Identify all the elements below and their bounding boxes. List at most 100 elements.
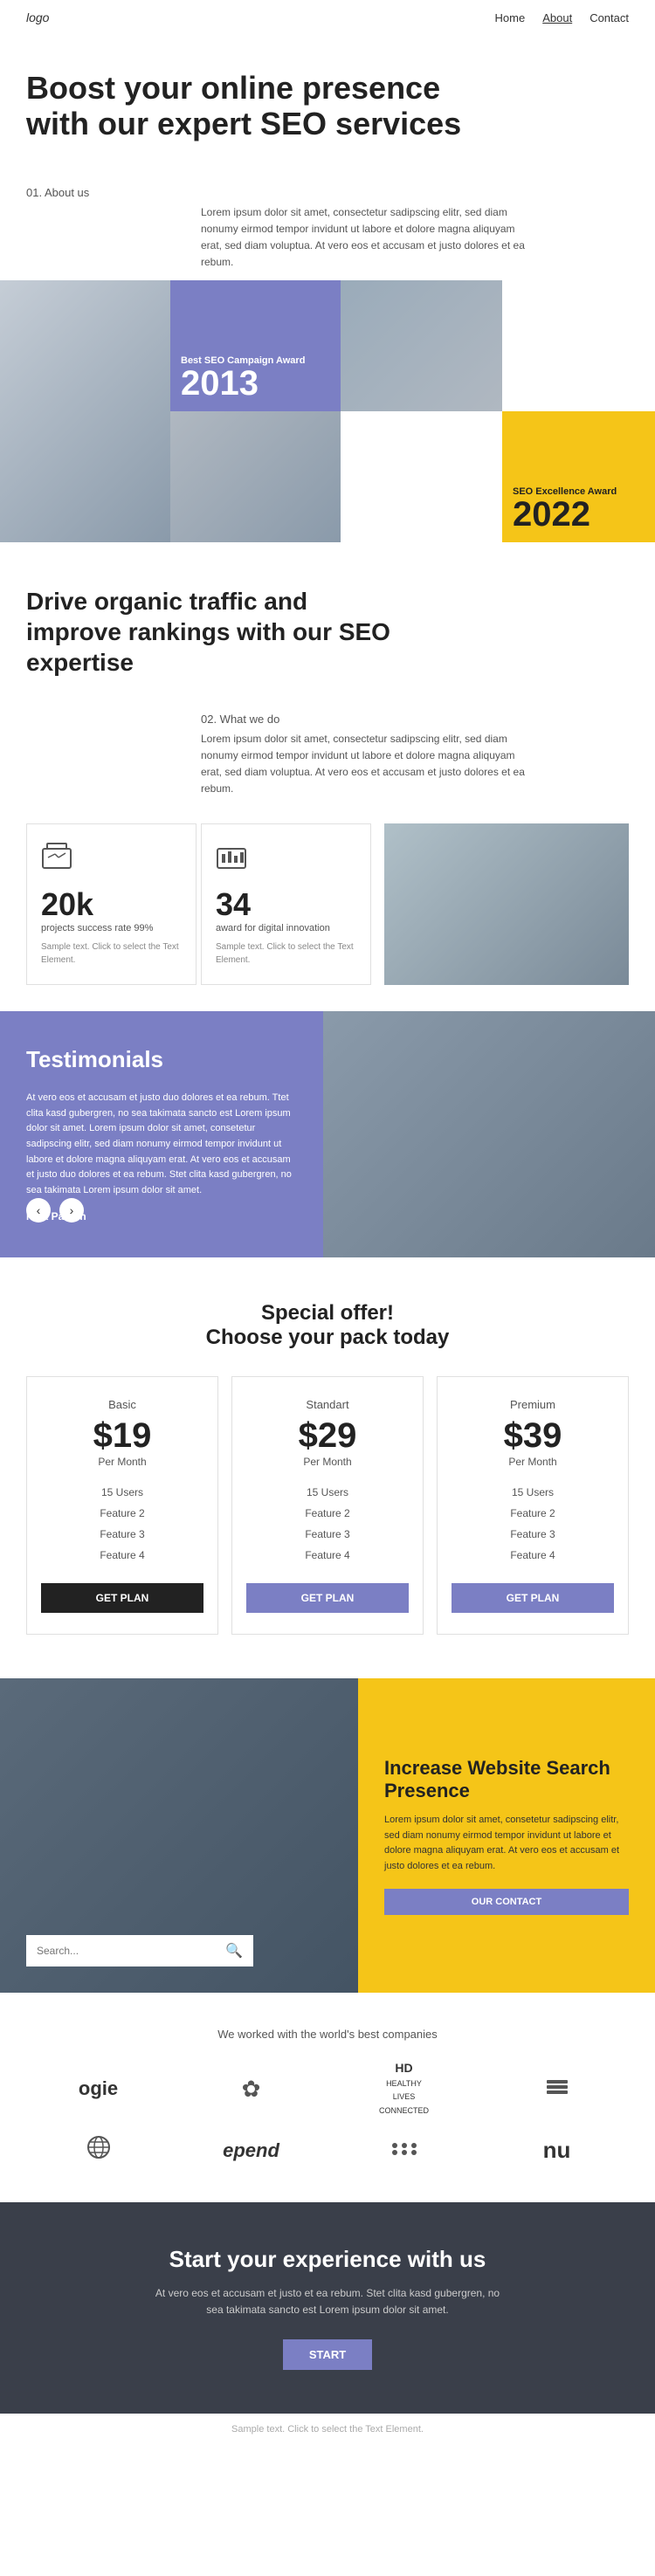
stat-photo — [384, 823, 629, 985]
price-card-premium: Premium $39 Per Month 15 Users Feature 2… — [437, 1376, 629, 1635]
plan-features-premium: 15 Users Feature 2 Feature 3 Feature 4 — [452, 1482, 614, 1566]
whatwedo-section: 02. What we do Lorem ipsum dolor sit ame… — [0, 695, 655, 807]
whatwedo-body: Lorem ipsum dolor sit amet, consectetur … — [201, 731, 533, 798]
section2-headline: Drive organic traffic and improve rankin… — [26, 586, 393, 678]
plan-button-basic[interactable]: GET PLAN — [41, 1583, 203, 1613]
award-photo-tablet — [170, 411, 341, 542]
search-overlay: Increase Website Search Presence Lorem i… — [358, 1678, 655, 1993]
plan-feature: Feature 3 — [246, 1524, 409, 1545]
plan-feature: Feature 2 — [246, 1503, 409, 1524]
testimonials-photo — [323, 1011, 655, 1257]
hero-headline: Boost your online presence with our expe… — [26, 70, 463, 142]
stat-label-0: projects success rate 99% — [41, 923, 182, 933]
nav-logo: logo — [26, 10, 49, 24]
partners-grid: ogie ✿ HDHEALTHYLIVESCONNECTED epend — [26, 2062, 629, 2167]
contact-button[interactable]: OUR CONTACT — [384, 1889, 629, 1915]
testimonials-left: Testimonials At vero eos et accusam et j… — [0, 1011, 323, 1257]
stat-card-0: 20k projects success rate 99% Sample tex… — [26, 823, 196, 985]
pricing-section: Special offer!Choose your pack today Bas… — [0, 1257, 655, 1678]
partner-icon-globe — [85, 2133, 113, 2167]
award-photo-fashion — [341, 280, 502, 411]
about-number: 01. About us — [26, 186, 629, 199]
search-overlay-title: Increase Website Search Presence — [384, 1757, 629, 1802]
partner-ogie: ogie — [79, 2077, 118, 2100]
plan-feature: 15 Users — [452, 1482, 614, 1503]
nav-about[interactable]: About — [542, 11, 572, 24]
plan-feature: Feature 4 — [41, 1545, 203, 1566]
plan-period-premium: Per Month — [452, 1456, 614, 1468]
stat-desc-0: Sample text. Click to select the Text El… — [41, 940, 182, 967]
plan-feature: 15 Users — [246, 1482, 409, 1503]
stat-card-1: 34 award for digital innovation Sample t… — [201, 823, 371, 985]
plan-period-basic: Per Month — [41, 1456, 203, 1468]
plan-name-basic: Basic — [41, 1398, 203, 1411]
plan-period-standart: Per Month — [246, 1456, 409, 1468]
search-input[interactable] — [37, 1945, 225, 1957]
partners-section: We worked with the world's best companie… — [0, 1993, 655, 2202]
navbar: logo Home About Contact — [0, 0, 655, 35]
cta-body: At vero eos et accusam et justo et ea re… — [153, 2285, 502, 2318]
nav-home[interactable]: Home — [495, 11, 526, 24]
nav-contact[interactable]: Contact — [590, 11, 629, 24]
plan-price-premium: $39 — [452, 1416, 614, 1456]
stat-number-1: 34 — [216, 886, 356, 923]
stats-row: 20k projects success rate 99% Sample tex… — [0, 806, 655, 1002]
hero-section: Boost your online presence with our expe… — [0, 35, 655, 169]
plan-price-basic: $19 — [41, 1416, 203, 1456]
plan-feature: Feature 3 — [41, 1524, 203, 1545]
partners-intro: We worked with the world's best companie… — [26, 2028, 629, 2041]
awards-grid: Best SEO Campaign Award 2013 SEO Excelle… — [0, 280, 655, 542]
pricing-grid: Basic $19 Per Month 15 Users Feature 2 F… — [26, 1376, 629, 1635]
plan-features-standart: 15 Users Feature 2 Feature 3 Feature 4 — [246, 1482, 409, 1566]
plan-feature: 15 Users — [41, 1482, 203, 1503]
plan-feature: Feature 3 — [452, 1524, 614, 1545]
cta-start-button[interactable]: START — [283, 2339, 372, 2370]
award-2022: SEO Excellence Award 2022 — [502, 411, 655, 542]
search-icon: 🔍 — [225, 1942, 243, 1960]
whatwedo-number: 02. What we do — [201, 713, 629, 726]
pricing-headline: Special offer!Choose your pack today — [26, 1301, 629, 1350]
stat-label-1: award for digital innovation — [216, 923, 356, 933]
search-bar: 🔍 — [26, 1935, 253, 1966]
cta-headline: Start your experience with us — [26, 2246, 629, 2273]
stat-icon-1 — [216, 842, 356, 879]
award-photo-woman — [0, 280, 170, 542]
plan-feature: Feature 2 — [452, 1503, 614, 1524]
award-2013: Best SEO Campaign Award 2013 — [170, 280, 341, 411]
award-empty-2 — [341, 411, 502, 542]
nav-links: Home About Contact — [495, 11, 629, 24]
partner-hd: HDHEALTHYLIVESCONNECTED — [379, 2062, 429, 2116]
partner-icon-dots — [390, 2137, 418, 2164]
price-card-standart: Standart $29 Per Month 15 Users Feature … — [231, 1376, 424, 1635]
partner-icon-flower: ✿ — [242, 2076, 261, 2103]
award-empty-1 — [502, 280, 655, 411]
section2: Drive organic traffic and improve rankin… — [0, 542, 655, 695]
plan-price-standart: $29 — [246, 1416, 409, 1456]
stat-icon-0 — [41, 842, 182, 879]
about-body: Lorem ipsum dolor sit amet, consectetur … — [201, 204, 533, 272]
partner-icon-layers — [544, 2073, 570, 2105]
plan-feature: Feature 4 — [246, 1545, 409, 1566]
testimonials-body: At vero eos et accusam et justo duo dolo… — [26, 1091, 297, 1198]
plan-name-standart: Standart — [246, 1398, 409, 1411]
cta-section: Start your experience with us At vero eo… — [0, 2202, 655, 2414]
stat-desc-1: Sample text. Click to select the Text El… — [216, 940, 356, 967]
partner-nu: nu — [543, 2137, 571, 2164]
award-2022-year: 2022 — [513, 497, 645, 532]
partner-epend: epend — [223, 2139, 279, 2162]
testimonials-title: Testimonials — [26, 1046, 297, 1073]
plan-feature: Feature 4 — [452, 1545, 614, 1566]
plan-button-premium[interactable]: GET PLAN — [452, 1583, 614, 1613]
search-section: Increase Website Search Presence Lorem i… — [0, 1678, 655, 1993]
plan-name-premium: Premium — [452, 1398, 614, 1411]
plan-feature: Feature 2 — [41, 1503, 203, 1524]
testimonials-section: Testimonials At vero eos et accusam et j… — [0, 1011, 655, 1257]
award-2013-year: 2013 — [181, 366, 330, 401]
plan-features-basic: 15 Users Feature 2 Feature 3 Feature 4 — [41, 1482, 203, 1566]
footer-note: Sample text. Click to select the Text El… — [0, 2414, 655, 2445]
price-card-basic: Basic $19 Per Month 15 Users Feature 2 F… — [26, 1376, 218, 1635]
plan-button-standart[interactable]: GET PLAN — [246, 1583, 409, 1613]
search-overlay-body: Lorem ipsum dolor sit amet, consetetur s… — [384, 1813, 629, 1874]
about-section: 01. About us Lorem ipsum dolor sit amet,… — [0, 169, 655, 280]
stat-number-0: 20k — [41, 886, 182, 923]
